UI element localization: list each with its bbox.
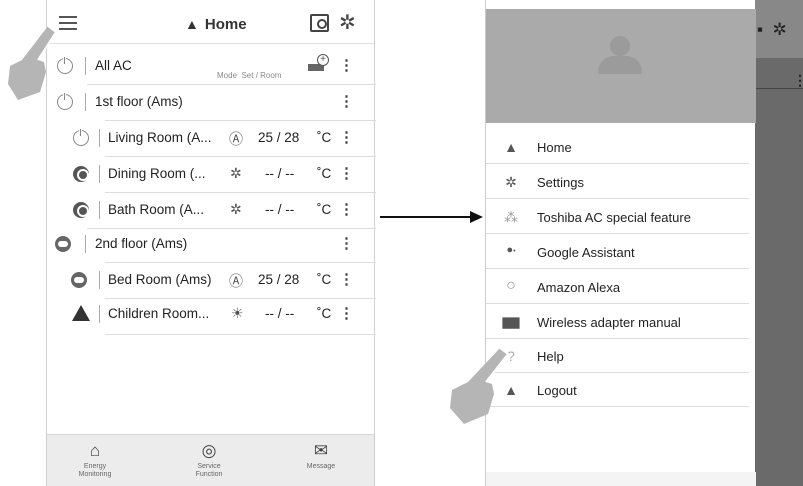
temperature-unit: ˚C xyxy=(317,202,332,217)
power-on-icon[interactable] xyxy=(73,166,89,182)
temperature-value: 25 / 28 xyxy=(258,130,300,145)
group-row-2nd-floor[interactable]: 2nd floor (Ams) ⋮ xyxy=(47,226,374,262)
auto-mode-icon: Ⓐ xyxy=(229,131,243,147)
pointing-hand-illustration xyxy=(442,342,512,426)
temperature-value: -- / -- xyxy=(265,202,295,217)
temperature-unit: ˚C xyxy=(317,306,332,321)
drawer-item-special-feature[interactable]: ⁂ Toshiba AC special feature xyxy=(486,200,751,234)
power-icon[interactable] xyxy=(73,128,89,146)
kebab-menu-icon[interactable]: ⋮ xyxy=(339,164,354,182)
group-row-all-ac[interactable]: All AC Mode Set / Room + ⋮ xyxy=(47,48,374,84)
alexa-ring-icon: ○ xyxy=(506,277,516,294)
unit-row-living-room[interactable]: Living Room (A... Ⓐ 25 / 28 ˚C ⋮ xyxy=(47,120,374,156)
unit-row-bath-room[interactable]: Bath Room (A... ✲ -- / -- ˚C ⋮ xyxy=(47,192,374,228)
kebab-menu-icon[interactable]: ⋮ xyxy=(339,56,354,74)
cloud-offline-icon[interactable] xyxy=(71,272,87,288)
kebab-menu-icon[interactable]: ⋮ xyxy=(339,234,354,252)
drawer-item-home[interactable]: ▲ Home xyxy=(486,130,751,164)
group-row-1st-floor[interactable]: 1st floor (Ams) ⋮ xyxy=(47,84,374,120)
row-name: All AC xyxy=(95,58,132,73)
house-icon: ▲ xyxy=(185,16,199,32)
nav-service-function[interactable]: ◎ Service Function xyxy=(169,441,249,479)
right-phone-screen: ▪ ✲ ⋮ ▲ Home ✲ Settings ⁂ Toshiba AC spe… xyxy=(485,0,803,486)
heat-mode-icon: ☀ xyxy=(231,305,244,321)
warning-icon[interactable] xyxy=(72,305,90,321)
drawer-item-wireless-manual[interactable]: ▇▇ Wireless adapter manual xyxy=(486,305,751,339)
service-icon: ◎ xyxy=(201,441,217,460)
schedule-icon[interactable] xyxy=(310,14,329,32)
pointing-hand-illustration xyxy=(4,22,64,102)
unit-row-bed-room[interactable]: Bed Room (Ams) Ⓐ 25 / 28 ˚C ⋮ xyxy=(47,262,374,298)
app-header: ▲ Home ✲ xyxy=(47,0,374,44)
power-on-icon[interactable] xyxy=(73,202,89,218)
gear-icon: ✲ xyxy=(505,174,517,190)
drawer-header xyxy=(486,9,756,123)
avatar-icon xyxy=(594,36,646,76)
background-header-icons: ▪ ✲ xyxy=(757,20,787,39)
row-name: Children Room... xyxy=(108,306,210,321)
book-icon: ▇▇ xyxy=(502,317,520,329)
row-name: Living Room (A... xyxy=(108,130,212,145)
cloud-offline-icon[interactable] xyxy=(55,236,71,252)
unit-row-children-room[interactable]: Children Room... ☀ -- / -- ˚C ⋮ xyxy=(47,296,374,332)
drawer-item-settings[interactable]: ✲ Settings xyxy=(486,165,751,199)
row-name: Bath Room (A... xyxy=(108,202,205,217)
auto-mode-icon: Ⓐ xyxy=(229,273,243,289)
temperature-value: -- / -- xyxy=(265,166,295,181)
drawer-item-help[interactable]: ? Help xyxy=(486,339,751,373)
house-icon: ▲ xyxy=(504,139,518,155)
navigation-drawer: ▲ Home ✲ Settings ⁂ Toshiba AC special f… xyxy=(485,0,756,486)
nav-message[interactable]: ✉ Message xyxy=(281,441,361,471)
drawer-item-google-assistant[interactable]: ●• Google Assistant xyxy=(486,235,751,269)
column-labels: Mode Set / Room xyxy=(217,71,282,80)
envelope-icon: ✉ xyxy=(313,441,329,460)
unit-row-dining-room[interactable]: Dining Room (... ✲ -- / -- ˚C ⋮ xyxy=(47,156,374,192)
kebab-menu-icon[interactable]: ⋮ xyxy=(339,270,354,288)
temperature-unit: ˚C xyxy=(317,130,332,145)
kebab-menu-icon[interactable]: ⋮ xyxy=(339,304,354,322)
page-title: ▲ Home xyxy=(185,16,247,33)
arrow-head xyxy=(470,211,483,223)
temperature-unit: ˚C xyxy=(317,272,332,287)
kebab-menu-icon[interactable]: ⋮ xyxy=(339,92,354,110)
drawer-item-logout[interactable]: ▲ Logout xyxy=(486,373,751,407)
row-name: Dining Room (... xyxy=(108,166,206,181)
stars-icon: ⁂ xyxy=(504,209,518,225)
google-assistant-icon: ●• xyxy=(506,244,516,256)
temperature-value: -- / -- xyxy=(265,306,295,321)
cool-mode-icon: ✲ xyxy=(230,201,242,217)
drawer-item-amazon-alexa[interactable]: ○ Amazon Alexa xyxy=(486,270,751,304)
kebab-menu-icon[interactable]: ⋮ xyxy=(339,128,354,146)
energy-house-icon: ⌂ xyxy=(89,441,101,460)
nav-energy-monitoring[interactable]: ⌂ Energy Monitoring xyxy=(55,441,135,479)
add-group-icon[interactable]: + xyxy=(308,54,330,72)
temperature-value: 25 / 28 xyxy=(258,272,300,287)
row-name: 2nd floor (Ams) xyxy=(95,236,188,251)
kebab-menu-icon: ⋮ xyxy=(793,72,803,88)
gear-icon[interactable]: ✲ xyxy=(339,10,356,35)
row-name: Bed Room (Ams) xyxy=(108,272,212,287)
transition-arrow xyxy=(380,216,472,218)
temperature-unit: ˚C xyxy=(317,166,332,181)
row-name: 1st floor (Ams) xyxy=(95,94,183,109)
bottom-navigation: ⌂ Energy Monitoring ◎ Service Function ✉ M… xyxy=(47,434,374,486)
left-phone-screen: ▲ Home ✲ All AC Mode Set / Room + ⋮ 1st f… xyxy=(46,0,376,486)
kebab-menu-icon[interactable]: ⋮ xyxy=(339,200,354,218)
cool-mode-icon: ✲ xyxy=(230,165,242,181)
